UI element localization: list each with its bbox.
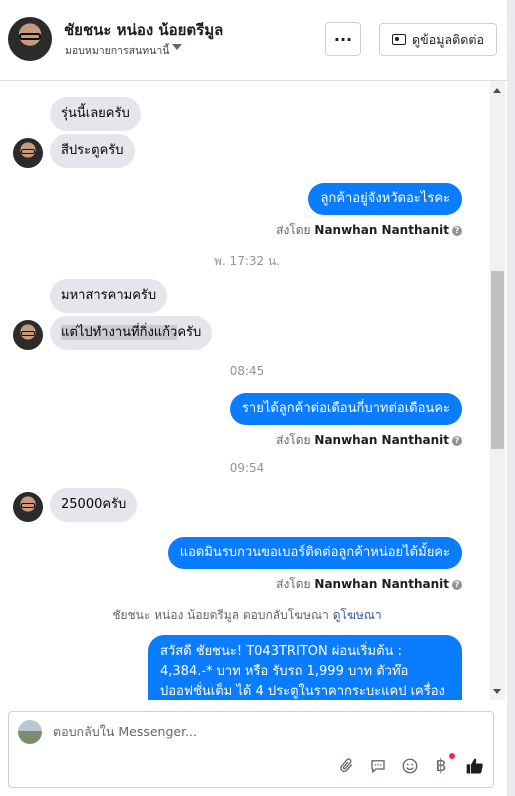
panel-edge	[507, 0, 515, 796]
attachment-icon[interactable]	[335, 755, 357, 777]
help-icon[interactable]: ?	[452, 225, 462, 236]
message-thread[interactable]: รุ่นนี้เลยครับ สีประตูครับ ลูกค้าอยู่จัง…	[0, 81, 507, 700]
saved-replies-icon[interactable]	[367, 755, 389, 777]
view-ad-link[interactable]: ดูโฆษณา	[333, 608, 382, 622]
incoming-message: รุ่นนี้เลยครับ	[50, 97, 141, 131]
timestamp: พ. 17:32 น.	[214, 254, 280, 268]
sent-by-prefix: ส่งโดย	[276, 577, 311, 591]
payment-icon[interactable]: ฿	[430, 753, 455, 777]
contact-avatar-small	[13, 492, 43, 522]
incoming-message: สีประตูครับ	[50, 134, 135, 168]
agent-name: Nanwhan Nanthanit	[314, 433, 449, 447]
thumbs-up-icon[interactable]	[464, 755, 486, 777]
agent-name: Nanwhan Nanthanit	[314, 577, 449, 591]
contact-avatar-small	[13, 138, 43, 168]
selected-text: แต่ไปทำงานที่กิ่งแก้ว	[61, 325, 178, 340]
composer: ฿	[8, 711, 494, 788]
outgoing-message: ลูกค้าอยู่จังหวัดอะไรคะ	[308, 183, 462, 215]
more-options-button[interactable]: ···	[325, 22, 361, 56]
sent-by-line: ส่งโดย Nanwhan Nanthanit?	[276, 575, 462, 594]
scroll-up-arrow[interactable]	[493, 88, 501, 93]
ad-reply-text: ชัยชนะ หน่อง น้อยตรีมูล ตอบกลับโฆษณา	[112, 608, 329, 622]
reply-input[interactable]	[53, 724, 473, 739]
outgoing-message: รายได้ลูกค้าต่อเดือนกี่บาทต่อเดือนคะ	[229, 393, 462, 425]
sent-by-line: ส่งโดย Nanwhan Nanthanit?	[276, 431, 462, 450]
incoming-message: 25000ครับ	[50, 488, 138, 522]
assign-conversation[interactable]: มอบหมายการสนทนานี้	[65, 42, 169, 59]
incoming-message: แต่ไปทำงานที่กิ่งแก้วครับ	[50, 316, 213, 350]
contact-avatar[interactable]	[8, 17, 52, 61]
ad-message: สวัสดี ชัยชนะ! T043TRITON ผ่อนเริ่มต้น :…	[148, 635, 462, 700]
timestamp: 09:54	[229, 461, 265, 475]
help-icon[interactable]: ?	[452, 435, 462, 446]
scroll-thumb[interactable]	[491, 271, 504, 449]
message-text: ครับ	[177, 325, 202, 340]
conversation-header: ชัยชนะ หน่อง น้อยตรีมูล มอบหมายการสนทนาน…	[0, 0, 507, 81]
view-contact-label: ดูข้อมูลติดต่อ	[412, 31, 484, 47]
baht-symbol: ฿	[435, 756, 447, 776]
scrollbar[interactable]	[490, 81, 505, 700]
ad-reply-notice: ชัยชนะ หน่อง น้อยตรีมูล ตอบกลับโฆษณา ดูโ…	[0, 606, 494, 625]
agent-name: Nanwhan Nanthanit	[314, 223, 449, 237]
page-avatar	[18, 720, 42, 744]
sent-by-line: ส่งโดย Nanwhan Nanthanit?	[276, 221, 462, 240]
contact-card-icon	[392, 34, 407, 45]
help-icon[interactable]: ?	[452, 579, 462, 590]
notification-dot	[449, 753, 455, 759]
view-contact-button[interactable]: ดูข้อมูลติดต่อ	[379, 23, 497, 56]
sent-by-prefix: ส่งโดย	[276, 223, 311, 237]
contact-name[interactable]: ชัยชนะ หน่อง น้อยตรีมูล	[64, 18, 223, 42]
chevron-down-icon[interactable]	[172, 44, 182, 50]
timestamp: 08:45	[229, 364, 265, 378]
sent-by-prefix: ส่งโดย	[276, 433, 311, 447]
emoji-icon[interactable]	[399, 755, 421, 777]
scroll-down-arrow[interactable]	[493, 689, 501, 694]
incoming-message: มหาสารคามครับ	[50, 279, 168, 313]
outgoing-message: แอดมินรบกวนขอเบอร์ติดต่อลูกค้าหน่อยได้มั…	[167, 537, 462, 569]
contact-avatar-small	[13, 320, 43, 350]
